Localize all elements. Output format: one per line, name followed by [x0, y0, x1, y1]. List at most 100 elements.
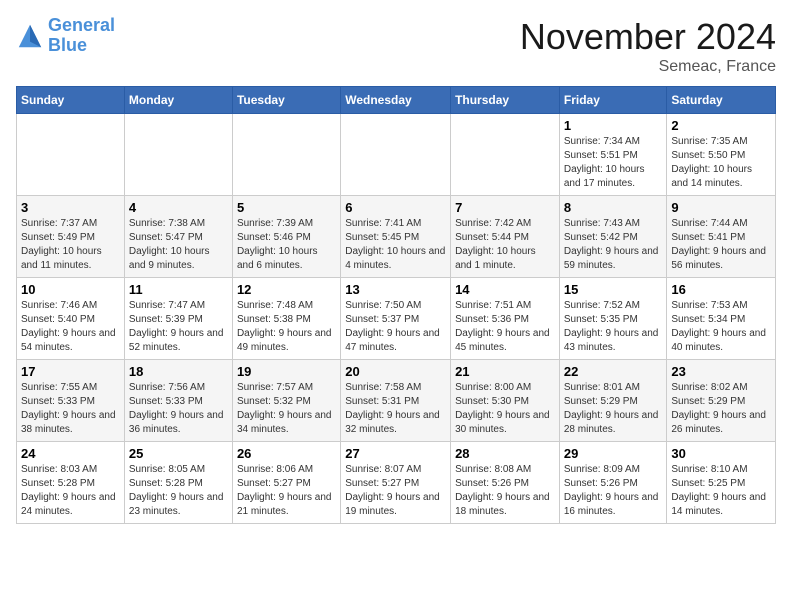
day-number: 13 [345, 282, 446, 297]
calendar-cell: 11 Sunrise: 7:47 AM Sunset: 5:39 PM Dayli… [124, 278, 232, 360]
day-number: 3 [21, 200, 120, 215]
day-number: 24 [21, 446, 120, 461]
calendar-cell: 10Sunrise: 7:46 AM Sunset: 5:40 PM Dayli… [17, 278, 125, 360]
day-info: Sunrise: 7:43 AM Sunset: 5:42 PM Dayligh… [564, 217, 663, 273]
calendar-cell: 6 Sunrise: 7:41 AM Sunset: 5:45 PM Daylig… [341, 196, 451, 278]
day-info: Sunrise: 7:58 AM Sunset: 5:31 PM Dayligh… [345, 381, 446, 437]
weekday-header: Wednesday [341, 87, 451, 114]
day-number: 14 [455, 282, 555, 297]
calendar-cell [232, 114, 340, 196]
day-number: 1 [564, 118, 663, 133]
title-area: November 2024 Semeac, France [520, 16, 776, 76]
calendar-cell: 19 Sunrise: 7:57 AM Sunset: 5:32 PM Dayli… [232, 360, 340, 442]
day-number: 9 [671, 200, 771, 215]
day-number: 25 [129, 446, 228, 461]
calendar-cell: 16 Sunrise: 7:53 AM Sunset: 5:34 PM Dayli… [667, 278, 776, 360]
day-info: Sunrise: 7:57 AM Sunset: 5:32 PM Dayligh… [237, 381, 336, 437]
day-info: Sunrise: 7:47 AM Sunset: 5:39 PM Dayligh… [129, 299, 228, 355]
day-number: 19 [237, 364, 336, 379]
day-info: Sunrise: 7:51 AM Sunset: 5:36 PM Dayligh… [455, 299, 555, 355]
weekday-header: Friday [559, 87, 667, 114]
day-info: Sunrise: 7:44 AM Sunset: 5:41 PM Dayligh… [671, 217, 771, 273]
day-info: Sunrise: 7:56 AM Sunset: 5:33 PM Dayligh… [129, 381, 228, 437]
calendar-cell [17, 114, 125, 196]
day-number: 27 [345, 446, 446, 461]
weekday-header: Thursday [451, 87, 560, 114]
calendar-week-row: 17Sunrise: 7:55 AM Sunset: 5:33 PM Dayli… [17, 360, 776, 442]
day-number: 28 [455, 446, 555, 461]
weekday-row: SundayMondayTuesdayWednesdayThursdayFrid… [17, 87, 776, 114]
calendar-cell: 26 Sunrise: 8:06 AM Sunset: 5:27 PM Dayli… [232, 442, 340, 524]
day-info: Sunrise: 7:52 AM Sunset: 5:35 PM Dayligh… [564, 299, 663, 355]
weekday-header: Sunday [17, 87, 125, 114]
day-number: 22 [564, 364, 663, 379]
calendar-cell: 25Sunrise: 8:05 AM Sunset: 5:28 PM Dayli… [124, 442, 232, 524]
day-info: Sunrise: 7:35 AM Sunset: 5:50 PM Dayligh… [671, 135, 771, 191]
logo: General Blue [16, 16, 115, 56]
day-number: 26 [237, 446, 336, 461]
day-info: Sunrise: 8:00 AM Sunset: 5:30 PM Dayligh… [455, 381, 555, 437]
logo-icon [16, 22, 44, 50]
day-info: Sunrise: 7:39 AM Sunset: 5:46 PM Dayligh… [237, 217, 336, 273]
location: Semeac, France [520, 58, 776, 76]
day-info: Sunrise: 7:42 AM Sunset: 5:44 PM Dayligh… [455, 217, 555, 273]
calendar-cell: 3Sunrise: 7:37 AM Sunset: 5:49 PM Daylig… [17, 196, 125, 278]
day-info: Sunrise: 8:06 AM Sunset: 5:27 PM Dayligh… [237, 463, 336, 519]
calendar-cell: 17Sunrise: 7:55 AM Sunset: 5:33 PM Dayli… [17, 360, 125, 442]
logo-text: General Blue [48, 16, 115, 56]
day-number: 11 [129, 282, 228, 297]
calendar-cell: 28 Sunrise: 8:08 AM Sunset: 5:26 PM Dayli… [451, 442, 560, 524]
day-info: Sunrise: 8:01 AM Sunset: 5:29 PM Dayligh… [564, 381, 663, 437]
calendar-cell: 9 Sunrise: 7:44 AM Sunset: 5:41 PM Daylig… [667, 196, 776, 278]
day-info: Sunrise: 7:48 AM Sunset: 5:38 PM Dayligh… [237, 299, 336, 355]
calendar-cell: 5 Sunrise: 7:39 AM Sunset: 5:46 PM Daylig… [232, 196, 340, 278]
logo-line1: General [48, 15, 115, 35]
calendar-week-row: 1 Sunrise: 7:34 AM Sunset: 5:51 PM Daylig… [17, 114, 776, 196]
day-info: Sunrise: 8:10 AM Sunset: 5:25 PM Dayligh… [671, 463, 771, 519]
day-number: 15 [564, 282, 663, 297]
day-number: 12 [237, 282, 336, 297]
calendar-body: 1 Sunrise: 7:34 AM Sunset: 5:51 PM Daylig… [17, 114, 776, 524]
day-info: Sunrise: 8:02 AM Sunset: 5:29 PM Dayligh… [671, 381, 771, 437]
calendar-cell: 13Sunrise: 7:50 AM Sunset: 5:37 PM Dayli… [341, 278, 451, 360]
day-number: 7 [455, 200, 555, 215]
day-info: Sunrise: 7:46 AM Sunset: 5:40 PM Dayligh… [21, 299, 120, 355]
calendar-cell [451, 114, 560, 196]
calendar-cell: 15 Sunrise: 7:52 AM Sunset: 5:35 PM Dayli… [559, 278, 667, 360]
day-number: 8 [564, 200, 663, 215]
weekday-header: Tuesday [232, 87, 340, 114]
day-info: Sunrise: 8:09 AM Sunset: 5:26 PM Dayligh… [564, 463, 663, 519]
day-info: Sunrise: 7:53 AM Sunset: 5:34 PM Dayligh… [671, 299, 771, 355]
logo-line2: Blue [48, 35, 87, 55]
calendar-week-row: 3Sunrise: 7:37 AM Sunset: 5:49 PM Daylig… [17, 196, 776, 278]
day-number: 17 [21, 364, 120, 379]
calendar-table: SundayMondayTuesdayWednesdayThursdayFrid… [16, 86, 776, 524]
weekday-header: Monday [124, 87, 232, 114]
day-number: 18 [129, 364, 228, 379]
calendar-week-row: 24Sunrise: 8:03 AM Sunset: 5:28 PM Dayli… [17, 442, 776, 524]
day-number: 29 [564, 446, 663, 461]
weekday-header: Saturday [667, 87, 776, 114]
day-info: Sunrise: 8:07 AM Sunset: 5:27 PM Dayligh… [345, 463, 446, 519]
calendar-header: SundayMondayTuesdayWednesdayThursdayFrid… [17, 87, 776, 114]
day-number: 23 [671, 364, 771, 379]
day-number: 21 [455, 364, 555, 379]
day-number: 4 [129, 200, 228, 215]
calendar-cell: 23 Sunrise: 8:02 AM Sunset: 5:29 PM Dayli… [667, 360, 776, 442]
day-number: 5 [237, 200, 336, 215]
day-info: Sunrise: 7:38 AM Sunset: 5:47 PM Dayligh… [129, 217, 228, 273]
calendar-cell: 20Sunrise: 7:58 AM Sunset: 5:31 PM Dayli… [341, 360, 451, 442]
day-info: Sunrise: 7:34 AM Sunset: 5:51 PM Dayligh… [564, 135, 663, 191]
day-number: 30 [671, 446, 771, 461]
day-info: Sunrise: 7:41 AM Sunset: 5:45 PM Dayligh… [345, 217, 446, 273]
calendar-cell: 29 Sunrise: 8:09 AM Sunset: 5:26 PM Dayli… [559, 442, 667, 524]
calendar-cell: 1 Sunrise: 7:34 AM Sunset: 5:51 PM Daylig… [559, 114, 667, 196]
calendar-week-row: 10Sunrise: 7:46 AM Sunset: 5:40 PM Dayli… [17, 278, 776, 360]
calendar-cell: 30 Sunrise: 8:10 AM Sunset: 5:25 PM Dayli… [667, 442, 776, 524]
calendar-cell: 12 Sunrise: 7:48 AM Sunset: 5:38 PM Dayli… [232, 278, 340, 360]
calendar-cell: 7 Sunrise: 7:42 AM Sunset: 5:44 PM Daylig… [451, 196, 560, 278]
day-number: 6 [345, 200, 446, 215]
day-number: 16 [671, 282, 771, 297]
day-info: Sunrise: 8:08 AM Sunset: 5:26 PM Dayligh… [455, 463, 555, 519]
calendar-cell [124, 114, 232, 196]
